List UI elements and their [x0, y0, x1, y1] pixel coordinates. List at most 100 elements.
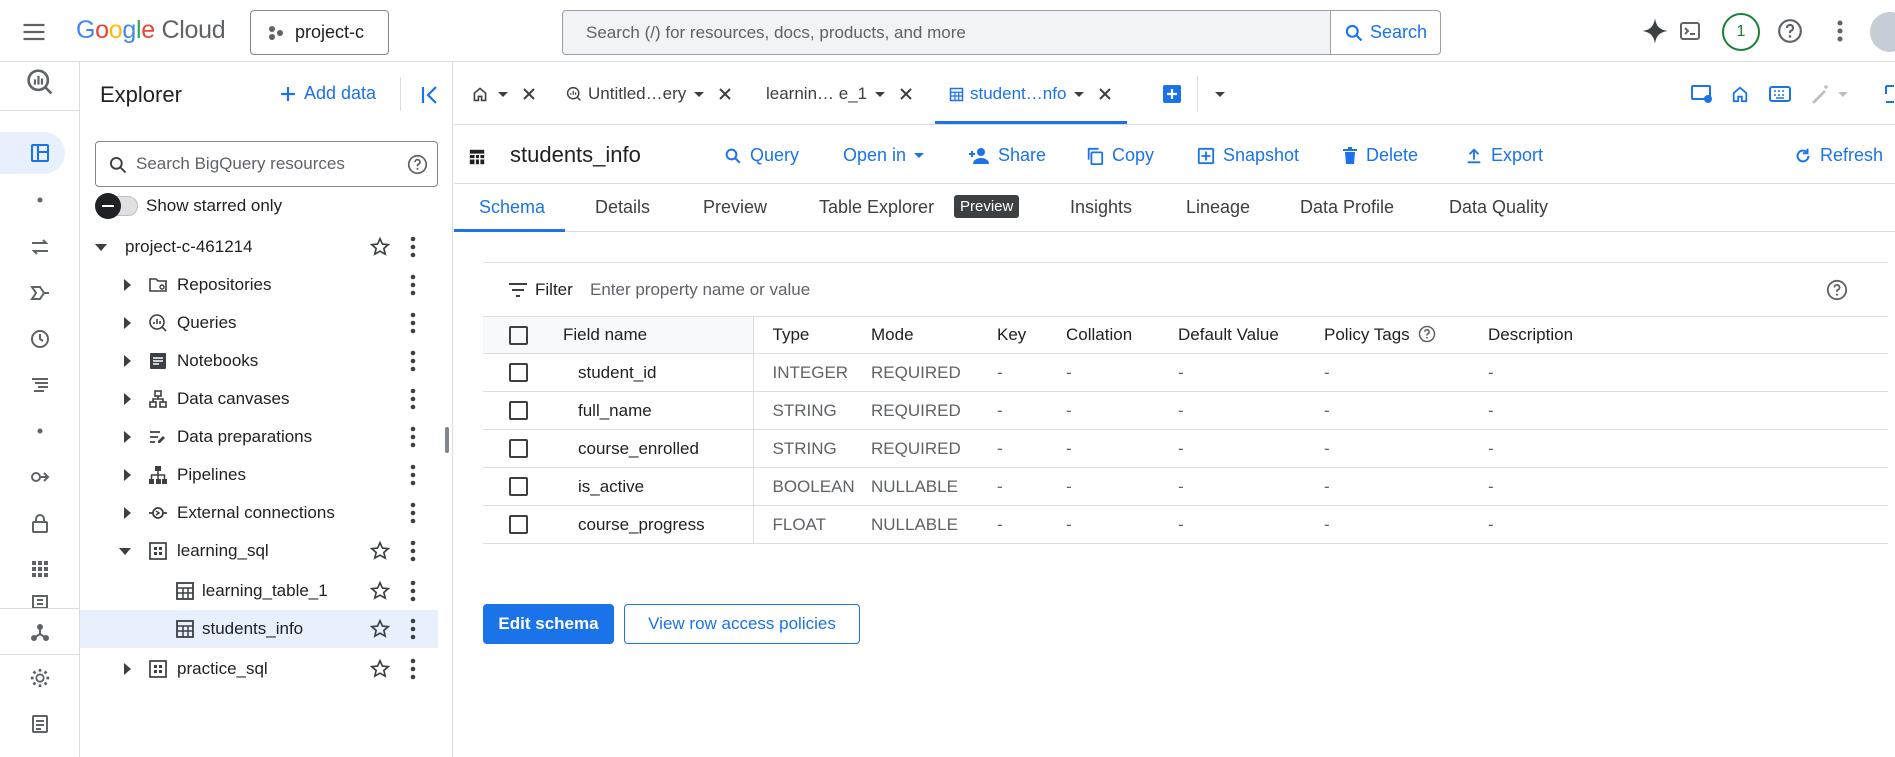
snapshot-button[interactable]: Snapshot: [1197, 145, 1299, 166]
more-vert-icon[interactable]: [410, 464, 416, 486]
global-search-input[interactable]: [564, 12, 1332, 53]
more-tabs-dropdown[interactable]: [1215, 79, 1225, 109]
star-icon[interactable]: [369, 618, 391, 640]
tree-item-data-preparations[interactable]: Data preparations: [80, 418, 438, 456]
tab-data-quality[interactable]: Data Quality: [1449, 197, 1548, 218]
tab-schema[interactable]: Schema: [479, 197, 545, 218]
caret-down-icon[interactable]: [94, 240, 108, 254]
help-icon[interactable]: [1826, 279, 1848, 301]
row-checkbox[interactable]: [509, 439, 528, 458]
column-header-key[interactable]: Key: [997, 316, 1066, 354]
tree-item-data-canvases[interactable]: Data canvases: [80, 380, 438, 418]
caret-right-icon[interactable]: [120, 392, 134, 406]
tab-menu-caret-icon[interactable]: [875, 91, 886, 97]
fullscreen-icon[interactable]: [1884, 79, 1895, 109]
row-checkbox[interactable]: [509, 477, 528, 496]
close-icon[interactable]: [718, 87, 732, 101]
caret-right-icon[interactable]: [120, 354, 134, 368]
column-header-collation[interactable]: Collation: [1066, 316, 1178, 354]
column-header-mode[interactable]: Mode: [871, 316, 997, 354]
caret-right-icon[interactable]: [120, 506, 134, 520]
starred-only-toggle[interactable]: [95, 193, 138, 219]
tab-table-explorer[interactable]: Table Explorer: [819, 197, 934, 218]
migration-icon[interactable]: [26, 592, 54, 608]
tab-details[interactable]: Details: [595, 197, 650, 218]
delete-button[interactable]: Delete: [1342, 145, 1418, 166]
tab-right-monitor-icon[interactable]: [1691, 79, 1713, 109]
edit-schema-button[interactable]: Edit schema: [483, 604, 614, 644]
open-in-button[interactable]: Open in: [843, 145, 925, 166]
more-vert-icon[interactable]: [410, 658, 416, 680]
more-vert-icon[interactable]: [410, 426, 416, 448]
history-clock-icon[interactable]: [26, 325, 54, 353]
tab-insights[interactable]: Insights: [1070, 197, 1132, 218]
more-vert-icon[interactable]: [410, 540, 416, 562]
caret-right-icon[interactable]: [120, 430, 134, 444]
tree-item-practice-sql[interactable]: practice_sql: [80, 650, 438, 688]
tab-untitled-query[interactable]: Untitled…ery: [566, 79, 732, 109]
more-vert-icon[interactable]: [410, 580, 416, 602]
close-icon[interactable]: [522, 87, 536, 101]
more-vert-icon[interactable]: [410, 274, 416, 296]
more-options-icon[interactable]: [1825, 16, 1855, 46]
tree-item-project[interactable]: project-c-461214: [80, 228, 438, 266]
partner-center-icon[interactable]: [26, 463, 54, 491]
caret-down-icon[interactable]: [118, 544, 132, 558]
main-menu-icon[interactable]: [20, 18, 48, 46]
dataform-pipelines-icon[interactable]: [26, 618, 54, 646]
policy-lock-icon[interactable]: [26, 509, 54, 537]
tree-item-students-info[interactable]: students_info: [80, 610, 438, 648]
row-checkbox[interactable]: [509, 515, 528, 534]
data-transfers-icon[interactable]: [26, 233, 54, 261]
star-icon[interactable]: [369, 236, 391, 258]
tab-data-profile[interactable]: Data Profile: [1300, 197, 1394, 218]
apps-grid-icon[interactable]: [26, 555, 54, 583]
tree-item-learning-table-1[interactable]: learning_table_1: [80, 572, 438, 610]
search-help-icon[interactable]: [407, 154, 428, 175]
caret-right-icon[interactable]: [120, 662, 134, 676]
tab-preview[interactable]: Preview: [703, 197, 767, 218]
select-all-checkbox[interactable]: [509, 325, 528, 345]
column-header-description[interactable]: Description: [1488, 316, 1888, 354]
more-vert-icon[interactable]: [410, 350, 416, 372]
explorer-search-input[interactable]: [136, 150, 396, 178]
add-data-button[interactable]: Add data: [280, 83, 376, 104]
column-header-type[interactable]: Type: [753, 316, 871, 354]
more-vert-icon[interactable]: [410, 618, 416, 640]
star-icon[interactable]: [369, 658, 391, 680]
share-button[interactable]: Share: [968, 145, 1046, 166]
workload-management-icon[interactable]: [26, 371, 54, 399]
copy-button[interactable]: Copy: [1086, 145, 1154, 166]
release-notes-icon[interactable]: [26, 710, 54, 738]
cloud-shell-icon[interactable]: [1675, 16, 1705, 46]
tree-item-pipelines[interactable]: Pipelines: [80, 456, 438, 494]
more-vert-icon[interactable]: [410, 312, 416, 334]
close-icon[interactable]: [1098, 87, 1112, 101]
row-checkbox[interactable]: [509, 401, 528, 420]
tree-item-queries[interactable]: Queries: [80, 304, 438, 342]
settings-gear-icon[interactable]: [26, 664, 54, 692]
column-header-policy-tags[interactable]: Policy Tags: [1324, 316, 1488, 354]
tree-item-notebooks[interactable]: Notebooks: [80, 342, 438, 380]
tree-item-external-connections[interactable]: External connections: [80, 494, 438, 532]
schema-filter-input[interactable]: [590, 276, 1090, 304]
tree-item-repositories[interactable]: Repositories: [80, 266, 438, 304]
new-tab-button[interactable]: [1162, 79, 1182, 109]
help-icon[interactable]: [1775, 16, 1805, 46]
column-header-field-name[interactable]: Field name: [563, 316, 754, 354]
tab-right-home-icon[interactable]: [1731, 79, 1749, 109]
more-vert-icon[interactable]: [410, 502, 416, 524]
refresh-button[interactable]: Refresh: [1794, 145, 1883, 166]
tab-menu-caret-icon[interactable]: [1074, 91, 1085, 97]
more-vert-icon[interactable]: [410, 236, 416, 258]
scheduled-queries-icon[interactable]: [26, 279, 54, 307]
more-vert-icon[interactable]: [410, 388, 416, 410]
gemini-sparkle-icon[interactable]: [1640, 16, 1670, 46]
tab-lineage[interactable]: Lineage: [1186, 197, 1250, 218]
tab-menu-caret-icon[interactable]: [498, 91, 508, 97]
view-row-access-policies-button[interactable]: View row access policies: [624, 604, 860, 644]
star-icon[interactable]: [369, 540, 391, 562]
help-icon[interactable]: [1418, 325, 1436, 343]
notifications-badge[interactable]: 1: [1722, 13, 1760, 51]
caret-right-icon[interactable]: [120, 316, 134, 330]
